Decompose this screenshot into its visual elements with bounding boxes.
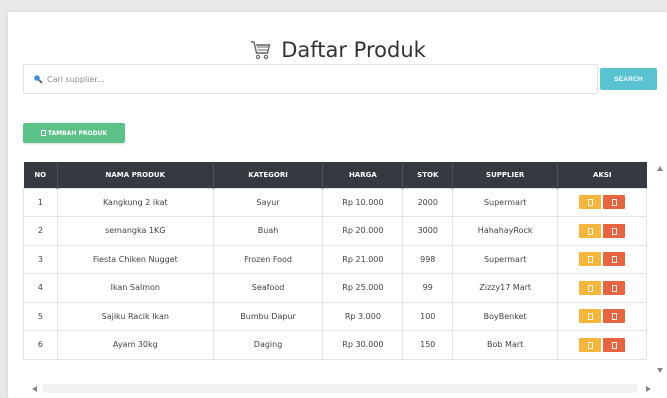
scroll-left-arrow-icon[interactable] — [32, 386, 37, 392]
cell-stok: 3000 — [402, 216, 454, 246]
edit-button[interactable] — [579, 280, 602, 295]
cell-no: 5 — [23, 301, 58, 331]
cell-stok: 100 — [402, 301, 454, 331]
search-icon — [34, 75, 43, 84]
cell-aksi — [557, 330, 647, 360]
column-header-nama-produk: NAMA PRODUK — [57, 162, 214, 188]
column-header-kategori: KATEGORI — [213, 162, 324, 188]
product-table-wrapper: NO NAMA PRODUK KATEGORI HARGA STOK SUPPL… — [23, 162, 647, 360]
search-box — [23, 64, 598, 94]
cell-aksi — [557, 273, 647, 303]
cell-nama-produk: semangka 1KG — [56, 216, 214, 246]
shopping-cart-icon — [251, 41, 271, 60]
cell-supplier: HahahayRock — [452, 216, 559, 246]
table-row: 3 Fiesta Chiken Nugget Frozen Food Rp 21… — [23, 244, 647, 274]
cell-harga: Rp 3.000 — [322, 301, 404, 331]
cell-supplier: Supermart — [452, 187, 559, 217]
scroll-up-arrow-icon[interactable] — [657, 166, 663, 171]
delete-button[interactable] — [603, 252, 626, 267]
table-row: 6 Ayam 30kg Daging Rp 30.000 150 Bob Mar… — [23, 330, 647, 360]
cell-supplier: Bob Mart — [452, 330, 559, 360]
product-card: Daftar Produk SEARCH TAMBAH PRODUK NO NA… — [8, 12, 667, 398]
delete-button[interactable] — [603, 223, 626, 238]
column-header-stok: STOK — [402, 162, 454, 188]
cell-kategori: Bumbu Dapur — [212, 301, 324, 331]
cell-no: 1 — [23, 187, 58, 217]
cell-supplier: BoyBenket — [452, 301, 559, 331]
cell-nama-produk: Sajiku Racik Ikan — [56, 301, 214, 331]
cell-nama-produk: Fiesta Chiken Nugget — [56, 244, 214, 274]
cell-kategori: Seafood — [212, 273, 324, 303]
delete-button[interactable] — [603, 280, 626, 295]
edit-button[interactable] — [579, 195, 602, 210]
cell-aksi — [557, 301, 647, 331]
search-button[interactable]: SEARCH — [600, 68, 657, 90]
cell-kategori: Frozen Food — [212, 244, 324, 274]
column-header-aksi: AKSI — [593, 170, 612, 179]
cell-no: 6 — [23, 330, 58, 360]
cell-supplier: Zizzy17 Mart — [452, 273, 559, 303]
cell-kategori: Buah — [212, 216, 324, 246]
cell-harga: Rp 30.000 — [322, 330, 404, 360]
cell-harga: Rp 10.000 — [322, 187, 404, 217]
cell-nama-produk: Ikan Salmon — [56, 273, 214, 303]
table-header-row: NO NAMA PRODUK KATEGORI HARGA STOK SUPPL… — [23, 162, 647, 188]
table-row: 4 Ikan Salmon Seafood Rp 25.000 99 Zizzy… — [23, 273, 647, 303]
search-input[interactable] — [47, 74, 567, 84]
scroll-down-arrow-icon[interactable] — [657, 368, 663, 373]
cell-kategori: Daging — [212, 330, 324, 360]
product-table: NO NAMA PRODUK KATEGORI HARGA STOK SUPPL… — [23, 162, 647, 360]
page-title: Daftar Produk — [281, 38, 426, 62]
cell-aksi — [557, 187, 647, 217]
cell-harga: Rp 20.000 — [322, 216, 404, 246]
cell-aksi — [557, 244, 647, 274]
table-row: 5 Sajiku Racik Ikan Bumbu Dapur Rp 3.000… — [23, 301, 647, 331]
edit-button[interactable] — [579, 337, 602, 352]
cell-supplier: Supermart — [452, 244, 559, 274]
cell-harga: Rp 25.000 — [322, 273, 404, 303]
scroll-right-arrow-icon[interactable] — [646, 386, 651, 392]
cell-no: 3 — [23, 244, 58, 274]
cell-stok: 2000 — [402, 187, 454, 217]
add-product-label: TAMBAH PRODUK — [47, 129, 108, 137]
horizontal-scrollbar[interactable] — [42, 384, 638, 393]
cell-nama-produk: Kangkung 2 ikat — [56, 187, 214, 217]
delete-button[interactable] — [603, 337, 626, 352]
table-row: 2 semangka 1KG Buah Rp 20.000 3000 Hahah… — [23, 216, 647, 246]
title-row: Daftar Produk — [8, 34, 667, 66]
delete-button[interactable] — [603, 309, 626, 324]
cell-aksi — [557, 216, 647, 246]
cell-kategori: Sayur — [212, 187, 324, 217]
cell-stok: 998 — [402, 244, 454, 274]
edit-button[interactable] — [579, 252, 602, 267]
column-header-no: NO — [23, 162, 58, 188]
cell-harga: Rp 21.000 — [322, 244, 404, 274]
plus-icon — [40, 130, 46, 136]
table-row: 1 Kangkung 2 ikat Sayur Rp 10.000 2000 S… — [23, 187, 647, 217]
cell-no: 4 — [23, 273, 58, 303]
edit-button[interactable] — [579, 309, 602, 324]
cell-nama-produk: Ayam 30kg — [56, 330, 214, 360]
cell-stok: 150 — [402, 330, 454, 360]
column-header-harga: HARGA — [322, 162, 404, 188]
delete-button[interactable] — [603, 195, 626, 210]
edit-button[interactable] — [579, 223, 602, 238]
column-header-supplier: SUPPLIER — [452, 162, 559, 188]
cell-no: 2 — [23, 216, 58, 246]
add-product-button[interactable]: TAMBAH PRODUK — [23, 123, 125, 143]
cell-stok: 99 — [402, 273, 454, 303]
